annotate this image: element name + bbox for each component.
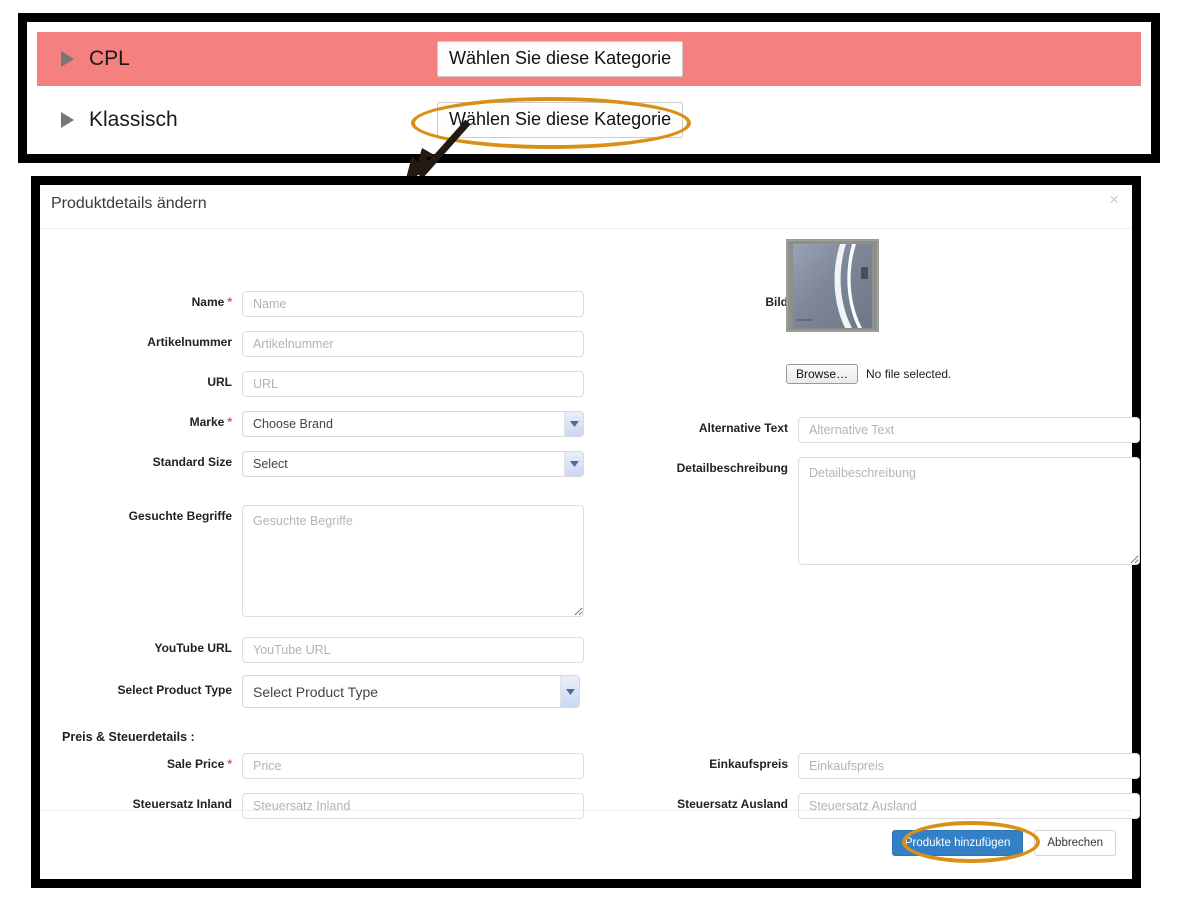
field-row-youtube-url: YouTube URL — [40, 637, 584, 663]
close-icon[interactable]: × — [1109, 191, 1119, 208]
browse-button[interactable]: Browse… — [786, 364, 859, 384]
add-products-button[interactable]: Produkte hinzufügen — [891, 830, 1024, 856]
input-alternative-text[interactable] — [798, 417, 1140, 443]
field-row-marke: Marke * Choose Brand — [40, 411, 584, 437]
field-row-name: Name * — [40, 291, 584, 317]
input-url[interactable] — [242, 371, 584, 397]
modal-header: Produktdetails ändern × — [40, 185, 1132, 229]
select-product-type[interactable]: Select Product Type — [242, 675, 580, 708]
field-row-einkaufspreis: Einkaufspreis — [620, 753, 1140, 779]
product-details-modal: Produktdetails ändern × Name* Artikelnum… — [31, 176, 1141, 888]
field-row-alternative-text: Alternative Text — [620, 417, 1140, 443]
category-label-klassisch: Klassisch — [89, 108, 178, 131]
field-row-artikelnummer: Artikelnummer — [40, 331, 584, 357]
field-row-product-type: Select Product Type Select Product Type — [40, 675, 580, 708]
label-einkaufspreis: Einkaufspreis — [709, 757, 788, 771]
label-product-type: Select Product Type — [117, 683, 232, 697]
label-bild: Bild — [765, 295, 788, 309]
label-youtube-url: YouTube URL — [154, 641, 232, 655]
category-label-cpl: CPL — [89, 47, 130, 70]
required-marker: * — [227, 415, 232, 429]
textarea-detailbeschreibung[interactable] — [798, 457, 1140, 565]
input-artikelnummer[interactable] — [242, 331, 584, 357]
select-category-button-cpl[interactable]: Wählen Sie diese Kategorie — [437, 41, 684, 77]
footer-button-group: Produkte hinzufügen Abbrechen — [891, 830, 1116, 856]
label-steuersatz-inland: Steuersatz Inland — [132, 797, 232, 811]
required-marker: * — [227, 757, 232, 771]
label-name: Name * — [191, 295, 232, 309]
select-category-button-klassisch[interactable]: Wählen Sie diese Kategorie — [437, 102, 684, 138]
product-image-thumbnail — [786, 239, 879, 332]
modal-body: Produktdetails ändern × Name* Artikelnum… — [40, 185, 1140, 879]
modal-title: Produktdetails ändern — [51, 195, 207, 212]
label-url: URL — [207, 375, 232, 389]
field-row-detailbeschreibung: Detailbeschreibung — [620, 457, 1140, 565]
category-row-cpl[interactable]: CPL Wählen Sie diese Kategorie — [37, 32, 1141, 86]
label-steuersatz-ausland: Steuersatz Ausland — [677, 797, 788, 811]
field-row-gesuchte-begriffe: Gesuchte Begriffe — [40, 505, 584, 617]
expand-triangle-icon[interactable] — [61, 51, 74, 67]
label-standard-size: Standard Size — [152, 455, 232, 469]
input-einkaufspreis[interactable] — [798, 753, 1140, 779]
field-row-standard-size: Standard Size Select — [40, 451, 584, 477]
field-row-sale-price: Sale Price * — [40, 753, 584, 779]
file-upload-row: Browse… No file selected. — [786, 364, 951, 384]
textarea-gesuchte-begriffe[interactable] — [242, 505, 584, 617]
input-youtube-url[interactable] — [242, 637, 584, 663]
label-marke: Marke * — [189, 415, 232, 429]
input-name[interactable] — [242, 291, 584, 317]
label-alternative-text: Alternative Text — [698, 421, 788, 435]
select-standard-size[interactable]: Select — [242, 451, 584, 477]
category-row-klassisch[interactable]: Klassisch Wählen Sie diese Kategorie — [37, 94, 1141, 146]
product-form: Name* Artikelnummer URL Marke* Choose Br… — [40, 229, 1140, 829]
price-section-title: Preis & Steuerdetails : — [62, 730, 195, 744]
field-row-url: URL — [40, 371, 584, 397]
label-artikelnummer: Artikelnummer — [147, 335, 232, 349]
category-panel: CPL Wählen Sie diese Kategorie Klassisch… — [18, 13, 1160, 163]
label-detailbeschreibung: Detailbeschreibung — [676, 461, 788, 475]
input-sale-price[interactable] — [242, 753, 584, 779]
required-marker: * — [227, 295, 232, 309]
label-sale-price: Sale Price * — [166, 757, 232, 771]
cancel-button[interactable]: Abbrechen — [1034, 830, 1116, 856]
modal-footer: Produkte hinzufügen Abbrechen — [40, 810, 1132, 879]
select-marke[interactable]: Choose Brand — [242, 411, 584, 437]
expand-triangle-icon[interactable] — [61, 112, 74, 128]
label-gesuchte-begriffe: Gesuchte Begriffe — [128, 509, 232, 523]
file-status-text: No file selected. — [866, 367, 952, 381]
field-row-bild: Bild — [620, 291, 788, 309]
